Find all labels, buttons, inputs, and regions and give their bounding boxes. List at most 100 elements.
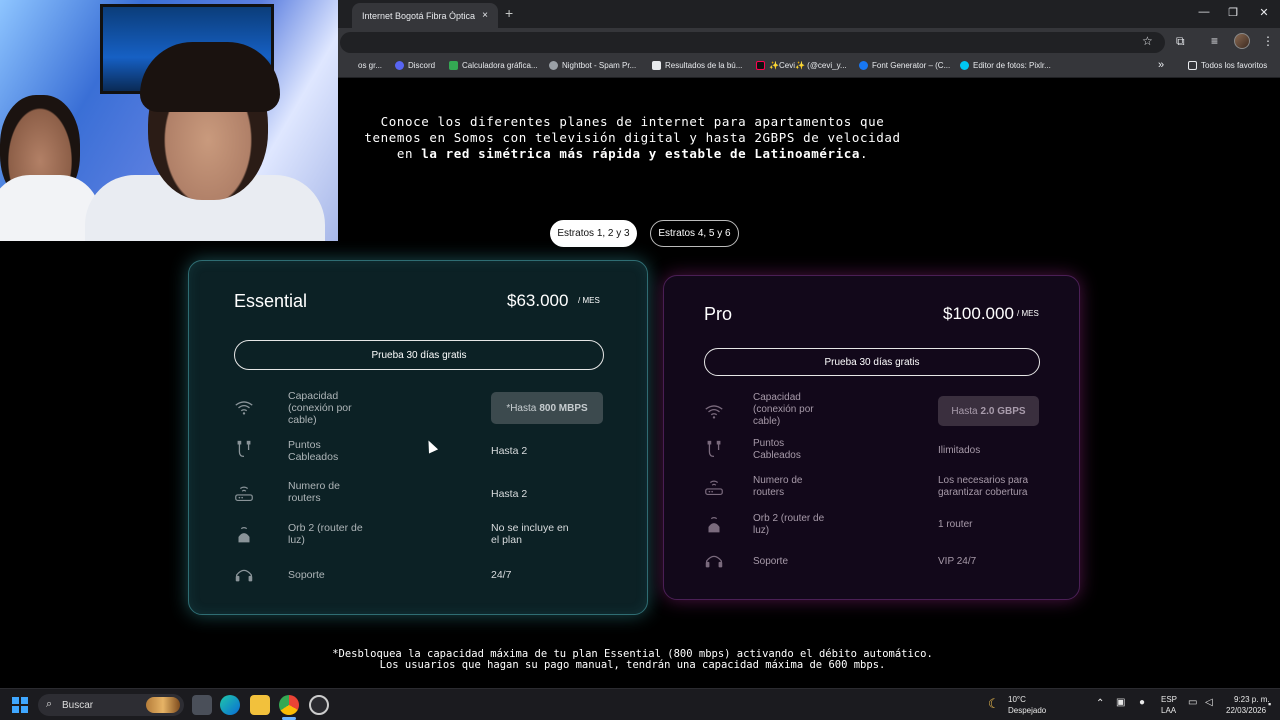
intro-text: Conoce los diferentes planes de internet…	[364, 114, 901, 161]
clock-date[interactable]: 22/03/2026	[1226, 706, 1266, 715]
feature-label: Puntos Cableados	[288, 439, 339, 463]
orb-icon	[708, 517, 720, 533]
feature-label: Capacidad (conexión por cable)	[753, 392, 814, 427]
weather-desc[interactable]: Despejado	[1008, 706, 1046, 715]
feature-value: VIP 24/7	[938, 556, 977, 567]
volume-icon[interactable]: ◁	[1205, 697, 1213, 708]
headset-icon	[705, 555, 723, 568]
trial-button[interactable]: Prueba 30 días gratis	[234, 340, 604, 370]
folder-icon	[1188, 61, 1197, 70]
language-top[interactable]: ESP	[1161, 695, 1177, 704]
feature-value: Hasta 2	[491, 488, 528, 500]
minimize-icon[interactable]: —	[1194, 6, 1214, 18]
cable-icon	[237, 440, 251, 458]
extensions-icon[interactable]: ⧉	[1176, 34, 1185, 49]
notification-icon[interactable]: ▪	[1268, 699, 1271, 709]
maximize-icon[interactable]: ❐	[1223, 6, 1243, 19]
plan-card-essential: Essential $63.000 / MES Prueba 30 días g…	[188, 260, 648, 615]
feature-label: Orb 2 (router de luz)	[288, 522, 363, 546]
microphone-icon[interactable]: ●	[1139, 697, 1145, 708]
bookmark-item[interactable]: Discord	[395, 61, 435, 70]
router-icon	[235, 486, 253, 502]
feature-value: No se incluye en el plan	[491, 522, 569, 546]
cable-icon	[707, 440, 721, 458]
speed-badge: Hasta 2.0 GBPS	[938, 396, 1039, 426]
feature-label: Numero de routers	[753, 475, 803, 498]
weather-temp[interactable]: 10°C	[1008, 695, 1026, 704]
webcam-overlay	[0, 0, 338, 241]
media-icon[interactable]: ≡	[1211, 34, 1218, 48]
plan-card-pro: Pro $100.000 / MES Prueba 30 días gratis…	[663, 275, 1080, 600]
feature-label: Numero de routers	[288, 480, 340, 504]
bookmark-item[interactable]: ✨Cevi✨ (@cevi_y...	[756, 61, 847, 70]
orb-icon	[238, 527, 250, 543]
speed-badge: *Hasta 800 MBPS	[491, 392, 603, 424]
star-icon[interactable]: ☆	[1142, 34, 1153, 48]
clock-time[interactable]: 9:23 p. m.	[1234, 695, 1270, 704]
windows-start-icon[interactable]	[12, 697, 28, 713]
discord-icon	[395, 61, 404, 70]
bookmark-item[interactable]: Font Generator – (C...	[859, 61, 950, 70]
router-icon	[705, 480, 723, 496]
feature-value: Los necesarios para garantizar cobertura	[938, 475, 1029, 498]
taskbar: ⌕ Buscar ☾ 10°C Despejado ⌃ ▣ ● ESP LAA …	[0, 688, 1280, 720]
close-tab-icon[interactable]: ×	[478, 10, 492, 21]
bookmark-item[interactable]: Calculadora gráfica...	[449, 61, 538, 70]
bookmark-item[interactable]: Nightbot - Spam Pr...	[549, 61, 636, 70]
tab-title: Internet Bogotá Fibra Óptica | S	[362, 10, 478, 21]
tray-app-icon[interactable]: ▣	[1116, 697, 1125, 708]
facebook-icon	[859, 61, 868, 70]
all-bookmarks[interactable]: Todos los favoritos	[1188, 61, 1267, 70]
feature-label: Puntos Cableados	[753, 438, 801, 461]
wifi-icon	[705, 405, 723, 419]
tiktok-icon	[756, 61, 765, 70]
calculator-icon	[449, 61, 458, 70]
footnote: *Desbloquea la capacidad máxima de tu pl…	[332, 648, 933, 671]
chrome-icon[interactable]	[279, 695, 299, 715]
plan-name: Essential	[234, 291, 308, 311]
feature-label: Soporte	[753, 556, 789, 567]
feature-label: Capacidad (conexión por cable)	[288, 390, 352, 426]
plan-price: $63.000	[507, 291, 569, 310]
person-right-hair	[140, 42, 280, 112]
edge-icon[interactable]	[220, 695, 240, 715]
plan-period: / MES	[1017, 309, 1039, 318]
wifi-icon	[235, 401, 253, 415]
taskbar-search[interactable]: ⌕ Buscar	[38, 694, 184, 716]
headset-icon	[235, 569, 253, 582]
browser-tab[interactable]: Internet Bogotá Fibra Óptica | S ×	[352, 3, 498, 28]
new-tab-icon[interactable]: +	[505, 5, 513, 21]
feature-label: Orb 2 (router de luz)	[753, 513, 825, 536]
network-icon[interactable]: ▭	[1188, 697, 1197, 708]
search-highlight-image	[146, 697, 180, 713]
file-explorer-icon[interactable]	[250, 695, 270, 715]
feature-value: 1 router	[938, 519, 973, 530]
task-view-icon[interactable]	[192, 695, 212, 715]
nightbot-icon	[549, 61, 558, 70]
profile-avatar[interactable]	[1234, 33, 1250, 49]
pixlr-icon	[960, 61, 969, 70]
bookmark-item[interactable]: Resultados de la bú...	[652, 61, 742, 70]
language-bottom[interactable]: LAA	[1161, 706, 1176, 715]
feature-value: Hasta 2	[491, 445, 528, 457]
address-bar[interactable]	[340, 32, 1165, 53]
feature-value: Ilimitados	[938, 445, 981, 456]
plan-period: / MES	[578, 296, 600, 305]
trial-button[interactable]: Prueba 30 días gratis	[704, 348, 1040, 376]
search-icon: ⌕	[46, 698, 53, 710]
feature-label: Soporte	[288, 569, 325, 581]
toggle-estratos-123[interactable]: Estratos 1, 2 y 3	[550, 220, 637, 247]
app-icon[interactable]	[309, 695, 329, 715]
menu-icon[interactable]: ⋮	[1262, 34, 1274, 48]
plan-name: Pro	[704, 304, 733, 324]
toggle-estratos-456[interactable]: Estratos 4, 5 y 6	[650, 220, 739, 247]
bookmarks-overflow-icon[interactable]: »	[1158, 59, 1164, 71]
chevron-up-icon[interactable]: ⌃	[1096, 698, 1104, 709]
document-icon	[652, 61, 661, 70]
plan-price: $100.000	[943, 304, 1014, 323]
feature-value: 24/7	[491, 569, 512, 581]
close-window-icon[interactable]: ✕	[1254, 6, 1274, 19]
bookmark-item[interactable]: os gr...	[358, 61, 382, 70]
moon-icon: ☾	[988, 696, 1000, 711]
bookmark-item[interactable]: Editor de fotos: Pixlr...	[960, 61, 1051, 70]
